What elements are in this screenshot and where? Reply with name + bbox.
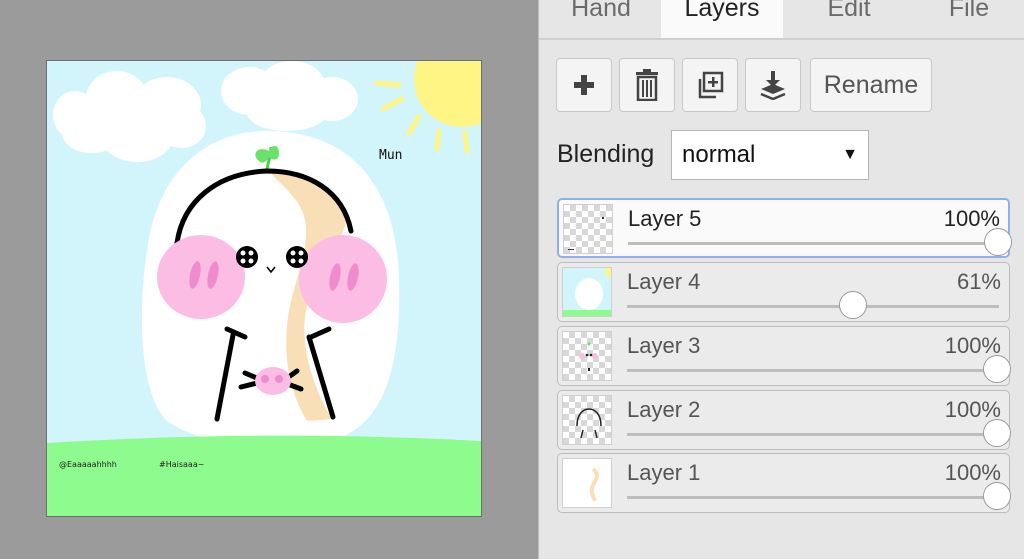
layer-thumbnail — [562, 458, 612, 508]
layer-opacity-value: 61% — [956, 269, 1001, 294]
layer-name: Layer 5 — [628, 206, 702, 231]
rename-layer-button[interactable]: Rename — [810, 58, 932, 112]
tab-layers[interactable]: Layers — [661, 0, 783, 38]
duplicate-icon — [698, 71, 724, 99]
drawing-canvas[interactable]: Mun @Eaaaaahhhh #Haisaaa~ — [46, 60, 482, 517]
opacity-slider-track[interactable] — [627, 305, 999, 308]
signature-left: @Eaaaaahhhh — [59, 460, 117, 469]
panel-tabs: Hand Layers Edit File — [539, 0, 1024, 40]
layer-name: Layer 3 — [627, 333, 701, 358]
layer-item-2[interactable]: Layer 2 100% — [557, 390, 1011, 450]
opacity-slider-track[interactable] — [628, 242, 1000, 245]
layer-name: Layer 4 — [627, 269, 701, 294]
layers-panel: Hand Layers Edit File Rename Blending no… — [538, 0, 1024, 559]
merge-down-icon — [760, 71, 786, 100]
layer-item-4[interactable]: Layer 4 61% — [557, 262, 1010, 322]
signature-right: #Haisaaa~ — [159, 460, 204, 469]
blending-label: Blending — [557, 140, 655, 168]
layer-thumbnail — [562, 267, 612, 317]
duplicate-layer-button[interactable] — [682, 58, 738, 112]
opacity-slider-track[interactable] — [627, 433, 999, 436]
tab-edit[interactable]: Edit — [797, 0, 901, 38]
canvas-area[interactable]: Mun @Eaaaaahhhh #Haisaaa~ — [0, 0, 538, 559]
opacity-slider-handle[interactable] — [984, 228, 1012, 256]
add-layer-button[interactable] — [556, 58, 612, 112]
opacity-slider-handle[interactable] — [839, 291, 867, 319]
layer-name: Layer 1 — [627, 460, 701, 485]
trash-icon — [636, 69, 658, 101]
opacity-slider-track[interactable] — [627, 496, 999, 499]
layer-thumbnail — [563, 204, 613, 254]
layer-opacity-value: 100% — [943, 206, 1000, 231]
layer-item-3[interactable]: Layer 3 100% — [557, 326, 1011, 386]
pink-heart-object — [255, 367, 291, 395]
artwork: Mun @Eaaaaahhhh #Haisaaa~ — [47, 61, 481, 516]
chevron-down-icon: ▼ — [842, 146, 858, 163]
layer-item-1[interactable]: Layer 1 100% — [557, 453, 1011, 513]
merge-down-button[interactable] — [745, 58, 801, 112]
drawing-text-mun: Mun — [379, 148, 402, 163]
opacity-slider-handle[interactable] — [983, 355, 1011, 383]
opacity-slider-handle[interactable] — [983, 419, 1011, 447]
opacity-slider-track[interactable] — [627, 369, 999, 372]
blending-select[interactable]: normal ▼ — [671, 130, 869, 180]
layer-thumbnail — [562, 395, 612, 445]
layer-name: Layer 2 — [627, 397, 701, 422]
tab-file[interactable]: File — [917, 0, 1021, 38]
layer-item-5[interactable]: Layer 5 100% — [557, 198, 1012, 258]
opacity-slider-handle[interactable] — [983, 482, 1011, 510]
tab-hand[interactable]: Hand — [549, 0, 653, 38]
plus-icon — [574, 75, 594, 95]
delete-layer-button[interactable] — [619, 58, 675, 112]
blending-value: normal — [682, 141, 756, 168]
layer-thumbnail — [562, 331, 612, 381]
